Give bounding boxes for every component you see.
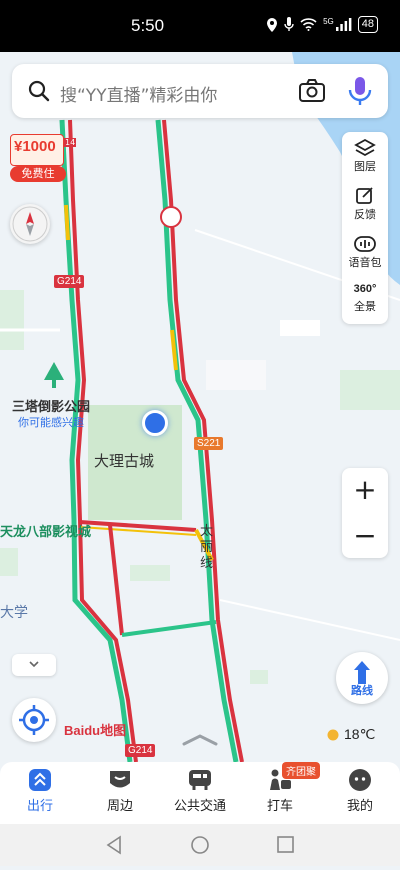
taxi-badge: 齐团聚 [282, 762, 320, 779]
pull-up-handle[interactable] [182, 732, 218, 748]
university-label[interactable]: 大学 [0, 602, 28, 622]
tool-panorama[interactable]: 360° 全景 [342, 280, 388, 324]
zoom-controls: + − [342, 468, 388, 558]
compass-icon [12, 206, 48, 242]
wifi-icon [300, 18, 317, 31]
travel-icon [29, 769, 51, 791]
profile-icon [349, 769, 371, 791]
route-button[interactable]: 路线 [336, 652, 388, 704]
weather-temp: 18℃ [344, 726, 376, 742]
recents-icon [277, 836, 294, 853]
current-location-marker [142, 410, 168, 436]
road-name-taili: 太丽线 [200, 524, 214, 571]
search-icon [28, 80, 50, 102]
status-time: 5:50 [131, 16, 165, 35]
voice-search-button[interactable] [346, 76, 374, 106]
park-label[interactable]: 三塔倒影公园 [12, 396, 90, 415]
film-city-label[interactable]: 天龙八部影视城 [0, 521, 91, 540]
camera-button[interactable] [298, 78, 326, 104]
map-tools-panel: 图层 反馈 语音包 360° 全景 [342, 132, 388, 324]
status-bar: 5:50 5G 48 [0, 0, 400, 52]
tool-feedback[interactable]: 反馈 [342, 184, 388, 228]
road-sign-g214: G214 [54, 275, 85, 288]
tool-voice-pack[interactable]: 语音包 [342, 232, 388, 276]
poi-marker[interactable] [160, 206, 182, 228]
tool-layers[interactable]: 图层 [342, 136, 388, 180]
park-sublabel: 你可能感兴趣 [18, 416, 84, 429]
search-placeholder[interactable]: 搜“YY直播”精彩由你 [60, 81, 217, 106]
map-canvas[interactable]: G214 S221 G214 三塔倒影公园 你可能感兴趣 大理古城 天龙八部影视… [0, 52, 400, 762]
chevron-up-icon [182, 734, 218, 746]
road-sign-g214-bottom: G214 [125, 744, 156, 757]
home-icon [191, 836, 209, 854]
promo-label: 免费住 [10, 166, 66, 182]
edit-icon [356, 187, 373, 204]
bottom-nav: 出行 周边 公共交通 齐团聚 打车 我的 [0, 762, 400, 824]
nav-taxi[interactable]: 齐团聚 打车 [240, 762, 320, 824]
camera-icon [299, 79, 325, 102]
route-label: 路线 [351, 684, 373, 697]
tree-icon [44, 362, 64, 388]
nav-mine[interactable]: 我的 [320, 762, 400, 824]
promo-road-tag: 14 [64, 138, 77, 147]
status-icons: 5G 48 [266, 16, 378, 33]
network-5g: 5G [323, 17, 334, 26]
search-bar[interactable]: 搜“YY直播”精彩由你 [12, 64, 388, 118]
location-icon [267, 17, 278, 32]
back-icon [106, 835, 121, 855]
battery-indicator: 48 [357, 16, 378, 33]
collapse-chevron-button[interactable] [12, 654, 56, 676]
signal-icon [335, 18, 352, 31]
sun-icon [327, 729, 339, 740]
zoom-in-button[interactable]: + [342, 468, 388, 512]
promo-amount: ¥1000 [14, 138, 56, 155]
chevron-down-icon [29, 661, 39, 668]
baidu-logo: Baidu地图 [64, 723, 127, 738]
mic-search-icon [348, 77, 372, 105]
park-marker[interactable] [42, 362, 66, 390]
road-sign-s221: S221 [194, 437, 224, 450]
voice-icon [354, 236, 376, 252]
nearby-icon [110, 771, 130, 788]
mic-icon [284, 17, 294, 31]
layers-icon [354, 138, 376, 157]
nav-travel[interactable]: 出行 [0, 762, 80, 824]
locate-me-button[interactable] [12, 698, 56, 742]
nav-transit[interactable]: 公共交通 [160, 762, 240, 824]
zoom-out-button[interactable]: − [342, 514, 388, 558]
old-town-label[interactable]: 大理古城 [94, 450, 154, 471]
hotel-promo-badge[interactable]: ¥1000 14 免费住 [10, 134, 77, 184]
system-nav-bar [0, 824, 400, 866]
compass-button[interactable] [10, 204, 50, 244]
nav-nearby[interactable]: 周边 [80, 762, 160, 824]
locate-icon [19, 705, 49, 735]
system-nav-icons [106, 835, 294, 855]
weather-widget[interactable]: 18℃ [326, 726, 375, 743]
bus-icon [189, 770, 211, 790]
panorama-icon: 360° [353, 283, 377, 295]
